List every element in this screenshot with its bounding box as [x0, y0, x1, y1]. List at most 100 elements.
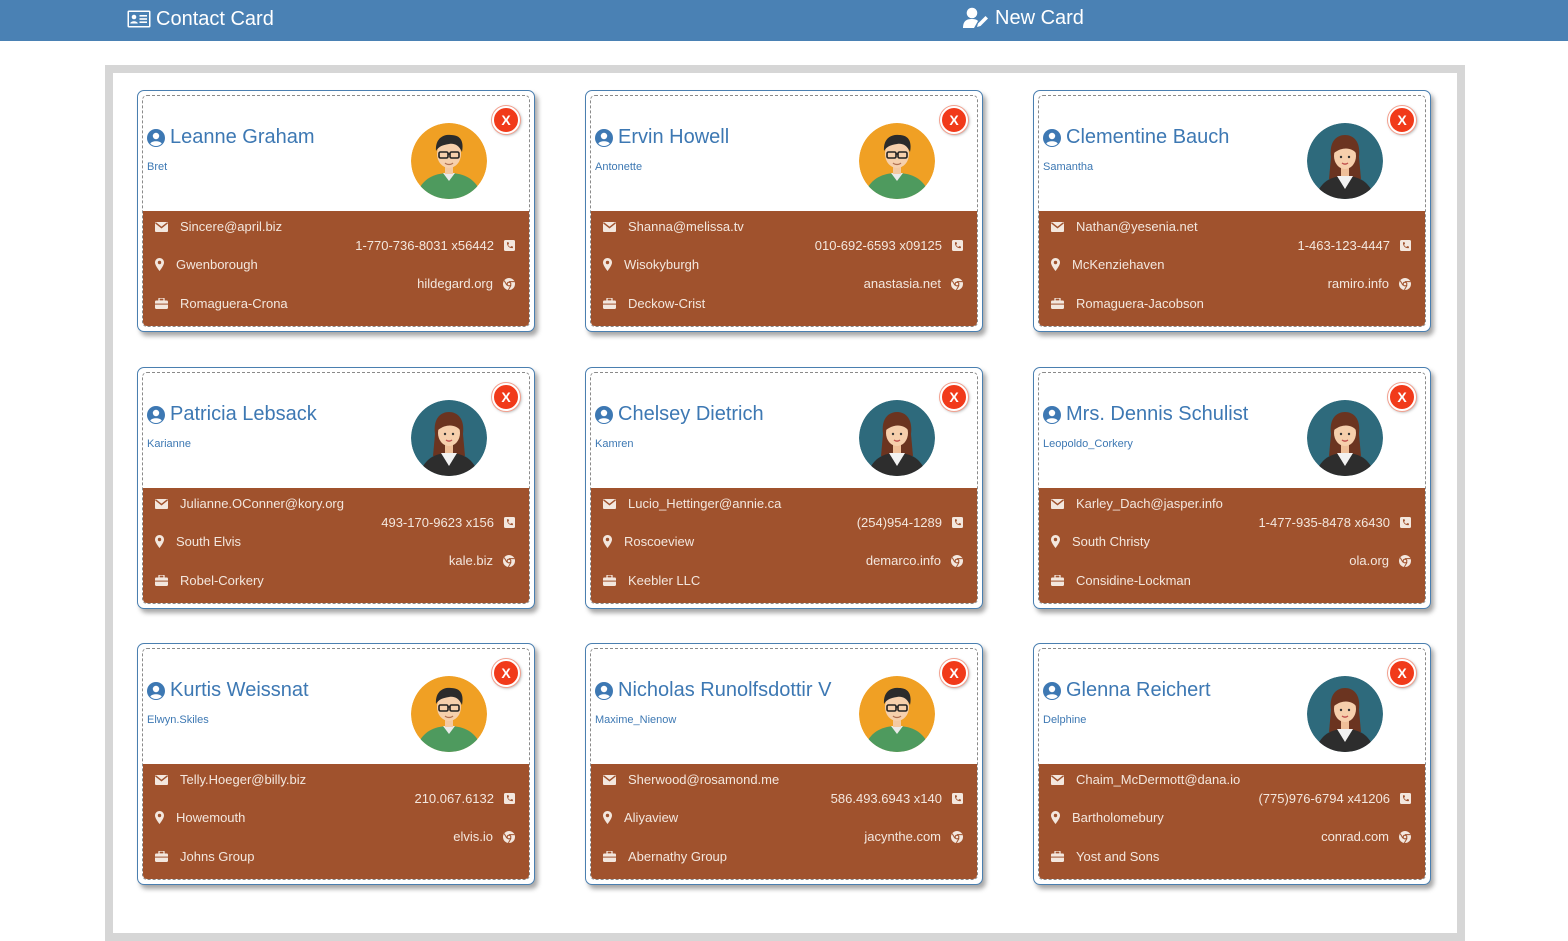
- contact-company: Keebler LLC: [628, 573, 701, 588]
- contact-username: Bret: [147, 161, 168, 173]
- contact-website[interactable]: hildegard.org: [417, 276, 493, 291]
- envelope-icon: [155, 774, 168, 785]
- brand-link[interactable]: Contact Card: [127, 6, 274, 32]
- phone-icon: [504, 793, 515, 804]
- contact-username: Kamren: [595, 438, 634, 450]
- phone-row: 210.067.6132: [414, 791, 515, 806]
- contact-city: Wisokyburgh: [624, 257, 700, 272]
- male-avatar: [411, 676, 487, 752]
- delete-card-button[interactable]: X: [492, 106, 520, 134]
- cards-panel: X Leanne Graham Bret Sincere@april.biz 1…: [105, 65, 1465, 941]
- user-circle-icon: [595, 681, 613, 700]
- card-body: X Patricia Lebsack Karianne Julianne.OCo: [142, 372, 530, 604]
- user-circle-icon: [595, 128, 613, 147]
- email-row: Nathan@yesenia.net: [1051, 219, 1198, 234]
- contact-name-row: Chelsey Dietrich: [595, 403, 764, 426]
- contact-username: Antonette: [595, 161, 643, 173]
- contact-name: Mrs. Dennis Schulist: [1066, 403, 1249, 425]
- contact-company: Abernathy Group: [628, 849, 728, 864]
- female-avatar: [1307, 400, 1383, 476]
- contact-info-panel: Karley_Dach@jasper.info 1-477-935-8478 x…: [1039, 488, 1425, 603]
- website-row[interactable]: anastasia.net: [864, 276, 963, 291]
- phone-icon: [952, 517, 963, 528]
- email-row: Julianne.OConner@kory.org: [155, 496, 344, 511]
- website-row[interactable]: kale.biz: [449, 553, 515, 568]
- website-row[interactable]: hildegard.org: [417, 276, 515, 291]
- phone-row: 586.493.6943 x140: [831, 791, 963, 806]
- contact-name-row: Nicholas Runolfsdottir V: [595, 679, 831, 702]
- contact-email: Sincere@april.biz: [180, 219, 283, 234]
- phone-icon: [504, 240, 515, 251]
- male-avatar: [859, 676, 935, 752]
- email-row: Sherwood@rosamond.me: [603, 772, 779, 787]
- contact-website[interactable]: anastasia.net: [864, 276, 941, 291]
- delete-card-button[interactable]: X: [940, 106, 968, 134]
- contact-card: X Kurtis Weissnat Elwyn.Skiles Telly.Hoe: [137, 643, 535, 885]
- contact-website[interactable]: kale.biz: [449, 553, 493, 568]
- contact-website[interactable]: demarco.info: [866, 553, 941, 568]
- website-row[interactable]: demarco.info: [866, 553, 963, 568]
- briefcase-icon: [603, 851, 616, 862]
- envelope-icon: [155, 498, 168, 509]
- contact-info-panel: Telly.Hoeger@billy.biz 210.067.6132 Howe…: [143, 764, 529, 879]
- contact-company: Considine-Lockman: [1076, 573, 1191, 588]
- contact-name: Nicholas Runolfsdottir V: [618, 679, 832, 701]
- company-row: Yost and Sons: [1051, 849, 1159, 864]
- city-row: McKenziehaven: [1051, 257, 1165, 272]
- phone-row: 1-770-736-8031 x56442: [355, 238, 515, 253]
- website-row[interactable]: conrad.com: [1321, 829, 1411, 844]
- delete-card-button[interactable]: X: [940, 383, 968, 411]
- id-card-icon: [127, 10, 151, 28]
- contact-website[interactable]: ramiro.info: [1328, 276, 1389, 291]
- delete-card-button[interactable]: X: [1388, 383, 1416, 411]
- website-row[interactable]: ramiro.info: [1328, 276, 1411, 291]
- contact-card: X Mrs. Dennis Schulist Leopoldo_Corkery: [1033, 367, 1431, 609]
- new-card-button[interactable]: New Card: [963, 5, 1084, 31]
- chrome-icon: [951, 830, 963, 843]
- contact-website[interactable]: conrad.com: [1321, 829, 1389, 844]
- map-marker-icon: [155, 258, 164, 271]
- user-circle-icon: [147, 681, 165, 700]
- contact-website[interactable]: ola.org: [1349, 553, 1389, 568]
- briefcase-icon: [603, 575, 616, 586]
- card-body: X Kurtis Weissnat Elwyn.Skiles Telly.Hoe: [142, 648, 530, 880]
- company-row: Johns Group: [155, 849, 254, 864]
- briefcase-icon: [155, 298, 168, 309]
- phone-icon: [1400, 517, 1411, 528]
- phone-icon: [952, 793, 963, 804]
- user-circle-icon: [147, 405, 165, 424]
- contact-card: X Patricia Lebsack Karianne Julianne.OCo: [137, 367, 535, 609]
- website-row[interactable]: ola.org: [1349, 553, 1411, 568]
- delete-card-button[interactable]: X: [1388, 659, 1416, 687]
- card-body: X Clementine Bauch Samantha Nathan@yesen: [1038, 95, 1426, 327]
- contact-website[interactable]: jacynthe.com: [864, 829, 941, 844]
- contact-city: Howemouth: [176, 810, 246, 825]
- contact-email: Chaim_McDermott@dana.io: [1076, 772, 1241, 787]
- map-marker-icon: [1051, 535, 1060, 548]
- female-avatar: [859, 400, 935, 476]
- card-body: X Mrs. Dennis Schulist Leopoldo_Corkery: [1038, 372, 1426, 604]
- city-row: Aliyaview: [603, 810, 678, 825]
- user-circle-icon: [595, 405, 613, 424]
- phone-icon: [952, 240, 963, 251]
- delete-card-button[interactable]: X: [1388, 106, 1416, 134]
- briefcase-icon: [1051, 298, 1064, 309]
- envelope-icon: [603, 774, 616, 785]
- website-row[interactable]: jacynthe.com: [864, 829, 963, 844]
- contact-website[interactable]: elvis.io: [453, 829, 493, 844]
- contact-city: South Elvis: [176, 534, 242, 549]
- contact-company: Yost and Sons: [1076, 849, 1160, 864]
- chrome-icon: [951, 554, 963, 567]
- delete-card-button[interactable]: X: [492, 383, 520, 411]
- delete-card-button[interactable]: X: [492, 659, 520, 687]
- contact-phone: 010-692-6593 x09125: [814, 238, 942, 253]
- contact-name-row: Mrs. Dennis Schulist: [1043, 403, 1248, 426]
- contact-phone: 210.067.6132: [414, 791, 494, 806]
- website-row[interactable]: elvis.io: [453, 829, 515, 844]
- delete-card-button[interactable]: X: [940, 659, 968, 687]
- contact-username: Maxime_Nienow: [595, 714, 677, 726]
- contact-name-row: Kurtis Weissnat: [147, 679, 309, 702]
- contact-phone: (775)976-6794 x41206: [1258, 791, 1390, 806]
- contact-info-panel: Sherwood@rosamond.me 586.493.6943 x140 A…: [591, 764, 977, 879]
- city-row: Bartholomebury: [1051, 810, 1164, 825]
